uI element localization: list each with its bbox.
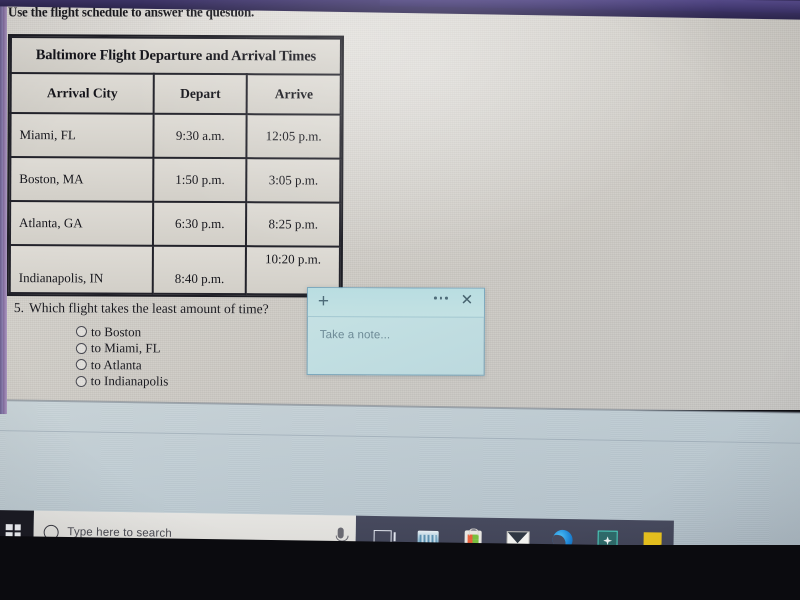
question-number: 5. [13,300,25,316]
cell-depart: 9:30 a.m. [153,113,247,159]
table-row: Miami, FL 9:30 a.m. 12:05 p.m. [10,113,341,159]
column-header-arrival-city: Arrival City [10,73,154,114]
dot [434,296,437,300]
more-options-icon[interactable] [434,296,448,300]
microphone-icon[interactable] [337,527,344,539]
radio-button-icon[interactable] [75,375,87,387]
dot [439,296,443,300]
cell-city: Indianapolis, IN [9,245,154,294]
cell-arrive: 8:25 p.m. [246,202,341,247]
screen-photo: Use the flight schedule to answer the qu… [0,0,800,600]
cell-depart: 6:30 p.m. [153,201,247,247]
table-row: Indianapolis, IN 8:40 p.m. 10:20 p.m. [9,245,340,295]
close-icon[interactable]: ✕ [459,292,475,309]
radio-button-icon[interactable] [75,326,87,338]
option-label: to Miami, FL [90,340,161,356]
table-header-row: Arrival City Depart Arrive [10,73,341,115]
add-note-icon[interactable]: + [318,291,334,312]
cell-depart: 8:40 p.m. [152,245,247,295]
dot [445,296,448,300]
answer-options: to Boston to Miami, FL to Atlanta to Ind… [75,323,169,391]
radio-button-icon[interactable] [75,342,87,354]
question-line: 5. Which flight takes the least amount of… [14,300,269,317]
cell-arrive: 3:05 p.m. [246,158,341,203]
note-placeholder-text: Take a note... [319,329,391,342]
table-title: Baltimore Flight Departure and Arrival T… [10,37,341,75]
monitor-bezel-bottom [0,545,800,600]
table-row: Atlanta, GA 6:30 p.m. 8:25 p.m. [9,201,341,247]
table-row: Boston, MA 1:50 p.m. 3:05 p.m. [10,157,341,203]
cell-city: Boston, MA [10,157,154,202]
option-row[interactable]: to Atlanta [75,356,169,372]
option-row[interactable]: to Indianapolis [75,373,169,389]
cell-city: Miami, FL [10,113,154,158]
option-label: to Indianapolis [90,373,169,389]
sticky-note-window[interactable]: + ✕ Take a note... [306,287,485,376]
option-label: to Atlanta [90,356,142,372]
cell-depart: 1:50 p.m. [153,157,247,203]
monitor-left-edge-highlight [3,2,7,414]
option-label: to Boston [90,323,142,339]
column-header-depart: Depart [153,73,248,115]
question-text: Which flight takes the least amount of t… [29,300,269,317]
cell-city: Atlanta, GA [9,201,154,246]
option-row[interactable]: to Miami, FL [75,340,169,356]
sticky-note-titlebar[interactable]: + ✕ [307,288,484,318]
cell-arrive: 12:05 p.m. [246,114,341,159]
sticky-note-body[interactable]: Take a note... [308,317,484,354]
flight-schedule-table: Baltimore Flight Departure and Arrival T… [6,34,344,298]
table-title-row: Baltimore Flight Departure and Arrival T… [10,37,341,75]
radio-button-icon[interactable] [75,358,87,371]
option-row[interactable]: to Boston [75,323,169,339]
column-header-arrive: Arrive [246,74,341,115]
